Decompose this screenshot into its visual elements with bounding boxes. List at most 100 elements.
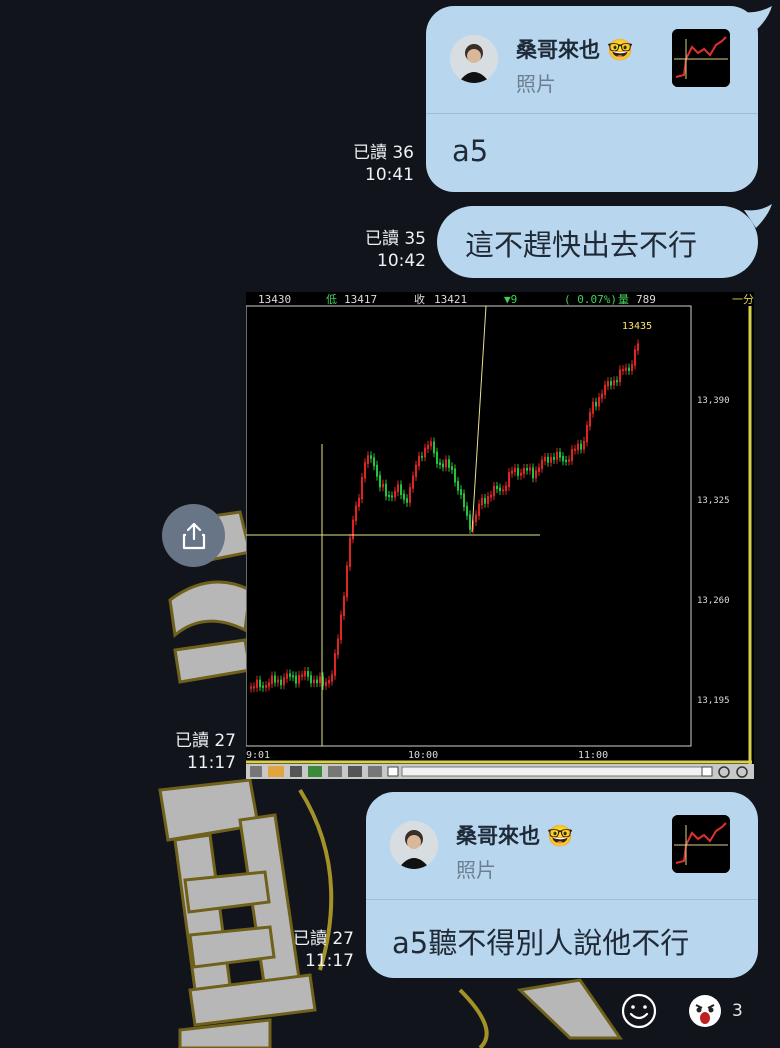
candle [595, 401, 597, 407]
message-bubble[interactable]: 這不趕快出去不行 [437, 206, 758, 278]
quoted-photo-thumbnail [672, 29, 730, 87]
candle [463, 493, 465, 508]
candle [409, 487, 411, 503]
message-text: 這不趕快出去不行 [465, 228, 698, 262]
candle [325, 681, 327, 686]
candle [250, 686, 252, 689]
candle [289, 673, 291, 677]
candle [328, 680, 330, 684]
candle [592, 401, 594, 414]
read-receipt: 已讀 27 [174, 731, 236, 751]
candle [511, 470, 513, 474]
candle [361, 477, 363, 500]
candle [313, 679, 315, 684]
y-tick-label: 13,325 [697, 496, 730, 506]
timestamp: 11:17 [305, 951, 354, 971]
candle [310, 675, 312, 684]
timestamp: 10:41 [365, 165, 414, 185]
y-tick-label: 13,260 [697, 596, 730, 606]
candle [256, 679, 258, 688]
candle [448, 459, 450, 468]
candle [367, 455, 369, 464]
candle [631, 364, 633, 371]
candle [424, 447, 426, 458]
candle [469, 514, 471, 530]
header-vol: 789 [636, 293, 656, 306]
candle [586, 425, 588, 443]
candle [439, 462, 441, 466]
share-button[interactable] [162, 504, 225, 567]
candle [460, 489, 462, 496]
candle [559, 451, 561, 458]
candle [541, 459, 543, 469]
candle [628, 367, 630, 371]
candle [634, 349, 636, 366]
candle [580, 443, 582, 450]
candle [421, 455, 423, 458]
quoted-message[interactable]: 桑哥來也 🤓 照片 [366, 792, 758, 900]
candle [598, 397, 600, 407]
candle [607, 381, 609, 387]
avatar [390, 821, 438, 869]
candle [358, 497, 360, 507]
x-tick-label: 11:00 [578, 750, 608, 761]
candle [526, 467, 528, 471]
timestamp: 10:42 [377, 251, 426, 271]
shocked-face-icon [689, 995, 721, 1027]
candle [331, 674, 333, 682]
candle [508, 472, 510, 488]
candle [388, 494, 390, 497]
candle [544, 456, 546, 462]
bubble-tail [740, 6, 772, 32]
candle [451, 466, 453, 470]
candle [442, 463, 444, 468]
message-bubble[interactable]: 桑哥來也 🤓 照片 a5 [426, 6, 758, 192]
candle [295, 675, 297, 684]
quoted-photo-thumbnail [672, 815, 730, 873]
header-price: 13430 [258, 293, 291, 306]
candle [364, 462, 366, 479]
nerd-face-icon: 🤓 [607, 38, 634, 62]
smiley-icon [621, 993, 657, 1029]
chart-header-bar [246, 292, 754, 306]
candle [532, 467, 534, 479]
candle [274, 675, 276, 683]
candle [340, 614, 342, 641]
message-bubble[interactable]: 桑哥來也 🤓 照片 a5聽不得別人說他不行 [366, 792, 758, 978]
candle [556, 451, 558, 460]
candle [394, 490, 396, 498]
candle [436, 451, 438, 465]
candle [547, 456, 549, 463]
candle [253, 686, 255, 689]
candle [292, 675, 294, 678]
candle [619, 369, 621, 383]
candle [271, 675, 273, 684]
quoted-sender-name: 桑哥來也 🤓 [516, 38, 634, 62]
candle [349, 537, 351, 568]
candle [583, 440, 585, 450]
candle [481, 497, 483, 506]
candle [337, 638, 339, 655]
candle [265, 685, 267, 688]
candle [334, 653, 336, 676]
candle [568, 459, 570, 462]
candle [601, 393, 603, 399]
timestamp: 11:17 [187, 753, 236, 773]
emoji-reaction-button[interactable] [620, 992, 658, 1034]
candle [406, 498, 408, 503]
candle [466, 505, 468, 516]
candle [412, 475, 414, 489]
candle [427, 444, 429, 450]
candle [259, 679, 261, 688]
candle [370, 455, 372, 459]
nerd-face-icon: 🤓 [547, 824, 574, 848]
candle [445, 459, 447, 468]
candle [505, 485, 507, 491]
candle [376, 464, 378, 477]
candle [550, 456, 552, 463]
stock-chart-photo[interactable]: 13430 低 13417 收 13421 ▼9 ( 0.07%) 量 789 … [246, 292, 754, 779]
quoted-message[interactable]: 桑哥來也 🤓 照片 [426, 6, 758, 114]
message-meta: 已讀 35 10:42 [342, 228, 426, 272]
candle [307, 670, 309, 677]
header-low-label: 低 [326, 293, 337, 306]
